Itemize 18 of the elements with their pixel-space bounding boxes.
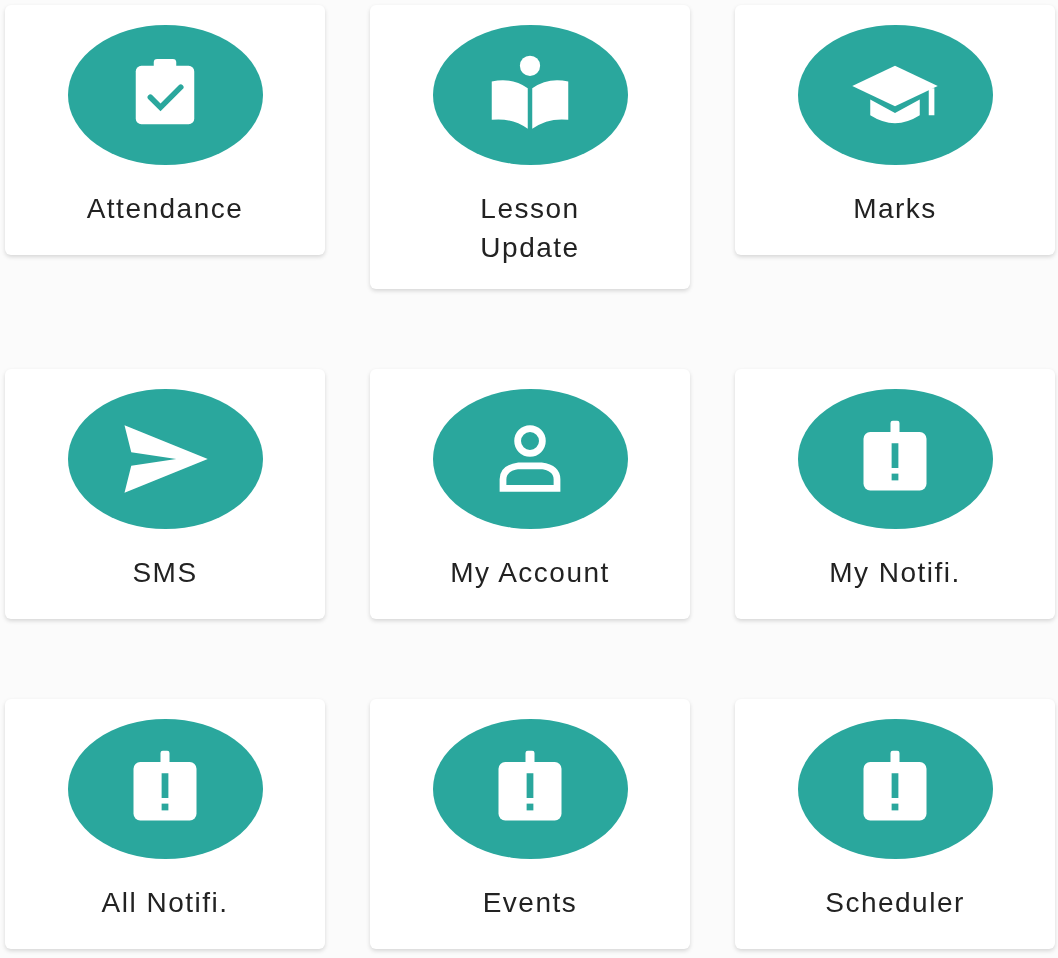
menu-tile[interactable]: My Account: [370, 369, 690, 620]
tile-label: My Notifi.: [829, 556, 961, 591]
menu-tile[interactable]: My Notifi.: [735, 369, 1055, 620]
menu-tile[interactable]: Marks: [735, 5, 1055, 255]
menu-tile[interactable]: Attendance: [5, 5, 325, 255]
menu-tile[interactable]: Events: [370, 699, 690, 950]
menu-tile[interactable]: SMS: [5, 369, 325, 620]
tile-label: Lesson Update: [479, 192, 581, 266]
tile-label: All Notifi.: [101, 886, 229, 921]
tile-label: Attendance: [86, 192, 244, 226]
menu-tile[interactable]: Lesson Update: [370, 5, 690, 290]
tile-label: Marks: [853, 192, 937, 226]
menu-tile[interactable]: All Notifi.: [5, 699, 325, 950]
tile-label: Events: [482, 886, 578, 921]
tile-label: My Account: [450, 556, 610, 591]
tile-label: SMS: [132, 556, 198, 591]
tile-label: Scheduler: [825, 886, 965, 921]
menu-tile[interactable]: Scheduler: [735, 699, 1055, 950]
